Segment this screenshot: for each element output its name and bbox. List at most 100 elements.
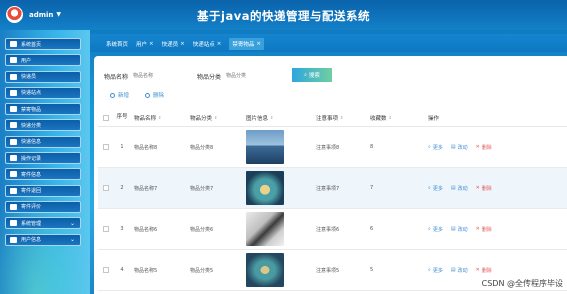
window-icon	[10, 236, 17, 243]
tab-station[interactable]: 快递站点 ×	[193, 38, 222, 50]
sidebar-item-user[interactable]: 用户	[5, 54, 81, 67]
item-thumbnail[interactable]	[246, 130, 284, 164]
tab-label: 禁寄物品	[232, 42, 255, 48]
edit-button[interactable]: ▤ 改动	[451, 267, 468, 274]
sidebar-item-system[interactable]: 系统管理 ⌄	[5, 217, 81, 230]
edit-icon: ▤	[450, 267, 456, 273]
header-image[interactable]: 图片信息 ⇕	[242, 114, 312, 122]
close-icon[interactable]: ×	[180, 41, 185, 47]
row-category: 物品分类6	[190, 226, 214, 233]
item-thumbnail[interactable]	[246, 171, 284, 205]
plus-circle-icon	[110, 92, 115, 98]
more-button[interactable]: ⌕ 更多	[428, 226, 443, 233]
delete-row-button[interactable]: ✕ 删除	[476, 185, 492, 192]
category-label: 物品分类	[197, 73, 222, 81]
sidebar-item-courier[interactable]: 快递员	[5, 70, 81, 83]
tab-courier[interactable]: 快递员 ×	[162, 38, 185, 50]
sidebar-item-station[interactable]: 快递站点	[5, 86, 81, 99]
header-note[interactable]: 注意事项 ⇕	[312, 114, 366, 122]
sort-icon[interactable]: ⇕	[214, 115, 217, 120]
row-index: 1	[120, 144, 124, 150]
sidebar-item-label: 禁寄物品	[21, 106, 42, 113]
delete-row-label: 删除	[481, 185, 492, 192]
sidebar-item-label: 快递分类	[21, 122, 42, 129]
row-ops: ⌕ 更多 ▤ 改动 ✕ 删除	[422, 267, 567, 274]
close-icon[interactable]: ×	[149, 41, 154, 47]
more-label: 更多	[432, 144, 443, 151]
edit-button[interactable]: ▤ 改动	[451, 226, 468, 233]
edit-label: 改动	[457, 226, 468, 233]
delete-row-label: 删除	[481, 267, 492, 274]
header-index: 序号	[116, 114, 128, 120]
select-all-checkbox[interactable]	[103, 114, 109, 121]
tab-prohibited[interactable]: 禁寄物品 ×	[229, 38, 265, 50]
row-ops: ⌕ 更多 ▤ 改动 ✕ 删除	[422, 226, 567, 233]
header-favorites[interactable]: 收藏数 ⇕	[366, 114, 422, 122]
chat-icon	[10, 155, 17, 162]
more-button[interactable]: ⌕ 更多	[428, 185, 443, 192]
delete-row-button[interactable]: ✕ 删除	[476, 226, 492, 233]
sidebar-item-send-info[interactable]: 寄件信息	[5, 168, 81, 181]
action-row: 新增 删除	[110, 91, 180, 99]
row-note: 注意事项8	[316, 144, 340, 151]
select-all-cell	[98, 114, 114, 121]
table-header: 序号 物品名称 ⇕ 物品分类 ⇕ 图片信息 ⇕ 注意事项 ⇕ 收藏数 ⇕ 操作	[98, 109, 567, 127]
sort-icon[interactable]: ⇕	[158, 115, 161, 120]
close-icon[interactable]: ×	[256, 41, 261, 47]
delete-button[interactable]: 删除	[145, 91, 164, 99]
category-search-input[interactable]	[224, 70, 283, 82]
sidebar-item-send-review[interactable]: 寄件评价	[5, 200, 81, 213]
row-ops: ⌕ 更多 ▤ 改动 ✕ 删除	[422, 144, 567, 151]
row-note: 注意事项6	[316, 226, 340, 233]
close-icon[interactable]: ×	[217, 41, 222, 47]
delete-row-button[interactable]: ✕ 删除	[476, 144, 492, 151]
more-button[interactable]: ⌕ 更多	[428, 267, 443, 274]
header-ops: 操作	[428, 115, 440, 122]
edit-button[interactable]: ▤ 改动	[451, 185, 468, 192]
header-name[interactable]: 物品名称 ⇕	[130, 114, 186, 122]
tab-user[interactable]: 用户 ×	[136, 38, 154, 50]
name-search-input[interactable]	[131, 70, 190, 82]
row-index: 4	[120, 267, 124, 273]
monitor-icon	[10, 73, 17, 80]
edit-icon: ▤	[450, 226, 456, 232]
user-icon	[10, 57, 17, 64]
add-button[interactable]: 新增	[110, 91, 129, 99]
item-thumbnail[interactable]	[246, 253, 284, 287]
sidebar-item-prohibited[interactable]: 禁寄物品	[5, 103, 81, 116]
grid-icon	[10, 187, 17, 194]
delete-row-label: 删除	[481, 144, 492, 151]
row-image-cell	[242, 212, 312, 246]
sidebar-item-express-info[interactable]: 快递信息	[5, 135, 81, 148]
sidebar-item-label: 快递站点	[21, 90, 42, 97]
row-index: 2	[120, 185, 124, 191]
row-name: 物品名称7	[134, 185, 158, 192]
row-image-cell	[242, 130, 312, 164]
row-checkbox[interactable]	[103, 267, 109, 273]
minus-circle-icon	[145, 92, 151, 98]
row-checkbox[interactable]	[103, 144, 109, 150]
item-thumbnail[interactable]	[246, 212, 284, 246]
sidebar-item-user-info[interactable]: 用户信息 ⌄	[5, 233, 81, 246]
sort-icon[interactable]: ⇕	[270, 115, 273, 120]
more-label: 更多	[432, 185, 443, 192]
edit-button[interactable]: ▤ 改动	[451, 144, 468, 151]
chart-icon	[10, 122, 17, 129]
header-category[interactable]: 物品分类 ⇕	[186, 114, 242, 122]
row-category: 物品分类7	[190, 185, 214, 192]
search-button[interactable]: ⌕ 搜索	[292, 68, 332, 82]
sidebar-item-category[interactable]: 快递分类	[5, 119, 81, 132]
sidebar-item-home[interactable]: 系统首页	[5, 38, 81, 50]
tab-home[interactable]: 系统首页	[106, 38, 128, 50]
delete-row-button[interactable]: ✕ 删除	[476, 267, 492, 274]
top-header: admin ▼ 基于java的快递管理与配送系统	[0, 0, 567, 30]
row-checkbox[interactable]	[103, 185, 109, 191]
close-icon: ✕	[475, 185, 480, 191]
sidebar-item-op-log[interactable]: 操作记录	[5, 152, 81, 165]
row-checkbox[interactable]	[103, 226, 109, 232]
sidebar-item-send-return[interactable]: 寄件退回	[5, 184, 81, 197]
sidebar-item-label: 系统首页	[21, 41, 42, 48]
sort-icon[interactable]: ⇕	[340, 115, 343, 120]
sort-icon[interactable]: ⇕	[389, 115, 392, 120]
more-button[interactable]: ⌕ 更多	[428, 144, 443, 151]
